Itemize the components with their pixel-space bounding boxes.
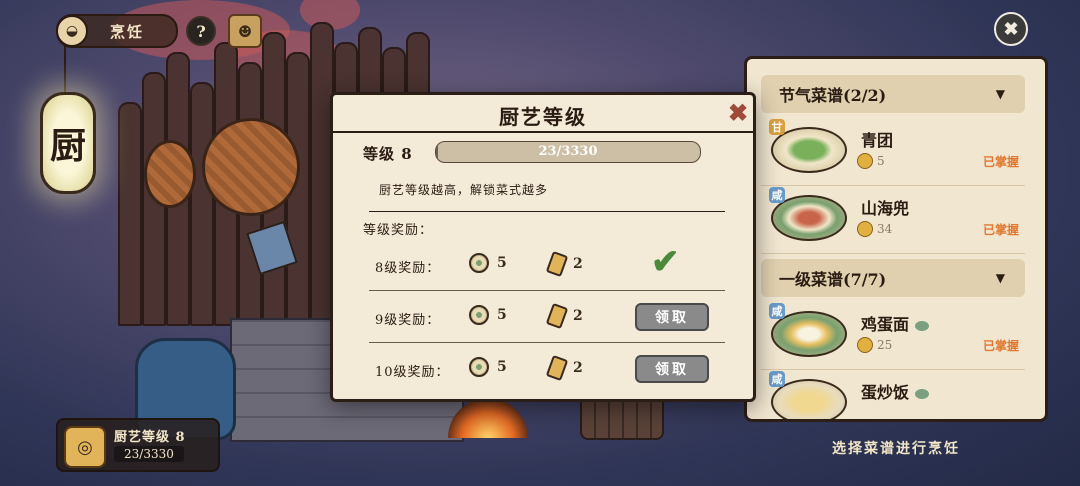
reward-count: 2 bbox=[573, 308, 583, 324]
recipe-item[interactable]: 咸 蛋炒饭 bbox=[761, 369, 1025, 419]
level-card-label: 厨艺等级 8 bbox=[114, 430, 186, 445]
firewood-pile bbox=[580, 396, 664, 440]
screen-title: 烹饪 bbox=[110, 22, 145, 41]
recipe-cost: 25 bbox=[857, 337, 892, 353]
recipe-item[interactable]: 甘 青团 5 已掌握 bbox=[761, 117, 1025, 186]
jade-disc-icon bbox=[469, 357, 489, 377]
scroll-icon bbox=[545, 250, 569, 278]
level-description: 厨艺等级越高，解锁菜式越多 bbox=[379, 183, 549, 197]
recipe-item[interactable]: 咸 山海兜 34 已掌握 bbox=[761, 185, 1025, 254]
coin-icon bbox=[857, 221, 873, 237]
recipe-list-panel[interactable]: 节气菜谱(2/2) ▼ 甘 青团 5 已掌握 咸 山海兜 34 已掌握 一级菜谱… bbox=[744, 56, 1048, 422]
reward-item-scroll: 2 bbox=[545, 302, 583, 330]
help-button[interactable]: ? bbox=[186, 16, 216, 46]
claim-button[interactable]: 领取 bbox=[635, 303, 709, 331]
cost-value: 5 bbox=[877, 154, 885, 168]
recipe-item[interactable]: 咸 鸡蛋面 25 已掌握 bbox=[761, 301, 1025, 370]
coin-icon bbox=[857, 153, 873, 169]
hanging-basket bbox=[144, 140, 196, 208]
claim-button[interactable]: 领取 bbox=[635, 355, 709, 383]
reward-count: 2 bbox=[573, 360, 583, 376]
recipe-name: 鸡蛋面 bbox=[861, 311, 930, 335]
claimed-check-icon: ✔ bbox=[651, 242, 680, 282]
leaf-icon bbox=[915, 320, 930, 331]
bowl-icon: ◒ bbox=[56, 15, 88, 47]
reward-divider bbox=[369, 290, 725, 291]
round-basket bbox=[202, 118, 300, 216]
reward-item-scroll: 2 bbox=[545, 250, 583, 278]
flavor-tag: 甘 bbox=[769, 119, 785, 135]
reward-item-disc: 5 bbox=[469, 253, 507, 273]
dialog-title: 厨艺等级 bbox=[499, 105, 587, 129]
reward-count: 5 bbox=[497, 255, 507, 271]
close-screen-button[interactable]: ✖ bbox=[994, 12, 1028, 46]
reward-count: 5 bbox=[497, 359, 507, 375]
reward-count: 2 bbox=[573, 256, 583, 272]
reward-label: 10级奖励： bbox=[375, 365, 450, 380]
cooking-title-pill: ◒ 烹饪 bbox=[56, 14, 178, 48]
chevron-down-icon: ▼ bbox=[995, 271, 1005, 285]
section-header-level-one[interactable]: 一级菜谱(7/7) ▼ bbox=[761, 259, 1025, 297]
jade-disc-icon bbox=[469, 253, 489, 273]
reward-item-disc: 5 bbox=[469, 305, 507, 325]
title-divider bbox=[333, 131, 753, 133]
reward-label: 9级奖励： bbox=[375, 313, 441, 328]
rewards-heading: 等级奖励： bbox=[363, 223, 434, 238]
reward-divider bbox=[369, 342, 725, 343]
cost-value: 34 bbox=[877, 222, 893, 236]
section-title: 节气菜谱(2/2) bbox=[779, 86, 887, 105]
recipe-name: 青团 bbox=[861, 131, 894, 150]
chef-avatar-icon[interactable]: ☻ bbox=[228, 14, 262, 48]
recipe-name: 蛋炒饭 bbox=[861, 379, 930, 403]
recipe-cost: 5 bbox=[857, 153, 885, 169]
section-header-seasonal[interactable]: 节气菜谱(2/2) ▼ bbox=[761, 75, 1025, 113]
recipe-name-text: 鸡蛋面 bbox=[861, 315, 910, 334]
scroll-icon bbox=[545, 302, 569, 330]
jade-disc-icon bbox=[469, 305, 489, 325]
cooking-level-card[interactable]: ◎ 厨艺等级 8 23/3330 bbox=[56, 418, 220, 472]
recipe-status: 已掌握 bbox=[982, 339, 1019, 353]
reward-row-level-9: 9级奖励： 5 2 领取 bbox=[369, 293, 725, 343]
recipe-status: 已掌握 bbox=[982, 223, 1019, 237]
lantern-char: 厨 bbox=[49, 125, 86, 167]
reward-row-level-10: 10级奖励： 5 2 领取 bbox=[369, 345, 725, 395]
chevron-down-icon: ▼ bbox=[995, 87, 1005, 101]
flavor-tag: 咸 bbox=[769, 371, 785, 387]
cooking-level-dialog: 厨艺等级 ✖ 等级 8 23/3330 厨艺等级越高，解锁菜式越多 等级奖励： … bbox=[330, 92, 756, 402]
leaf-icon bbox=[915, 388, 930, 399]
lantern-string bbox=[64, 40, 66, 94]
level-progress-bar: 23/3330 bbox=[435, 141, 701, 163]
recipe-status: 已掌握 bbox=[982, 155, 1019, 169]
dialog-close-button[interactable]: ✖ bbox=[725, 98, 751, 127]
level-label: 等级 8 bbox=[363, 145, 413, 163]
recipe-hint: 选择菜谱进行烹饪 bbox=[832, 441, 960, 457]
reward-label: 8级奖励： bbox=[375, 261, 441, 276]
section-title: 一级菜谱(7/7) bbox=[779, 270, 887, 289]
level-card-exp: 23/3330 bbox=[114, 446, 184, 462]
recipe-name: 山海兜 bbox=[861, 199, 910, 218]
kitchen-lantern: 厨 bbox=[40, 92, 96, 194]
recipe-name-text: 蛋炒饭 bbox=[861, 383, 910, 402]
cost-value: 25 bbox=[877, 338, 893, 352]
flavor-tag: 咸 bbox=[769, 303, 785, 319]
reward-item-scroll: 2 bbox=[545, 354, 583, 382]
description-divider bbox=[369, 211, 725, 212]
progress-text: 23/3330 bbox=[538, 144, 598, 159]
scroll-icon bbox=[545, 354, 569, 382]
steamer-icon: ◎ bbox=[64, 426, 106, 468]
recipe-cost: 34 bbox=[857, 221, 892, 237]
flavor-tag: 咸 bbox=[769, 187, 785, 203]
coin-icon bbox=[857, 337, 873, 353]
reward-row-level-8: 8级奖励： 5 2 ✔ bbox=[369, 241, 725, 291]
reward-item-disc: 5 bbox=[469, 357, 507, 377]
reward-count: 5 bbox=[497, 307, 507, 323]
